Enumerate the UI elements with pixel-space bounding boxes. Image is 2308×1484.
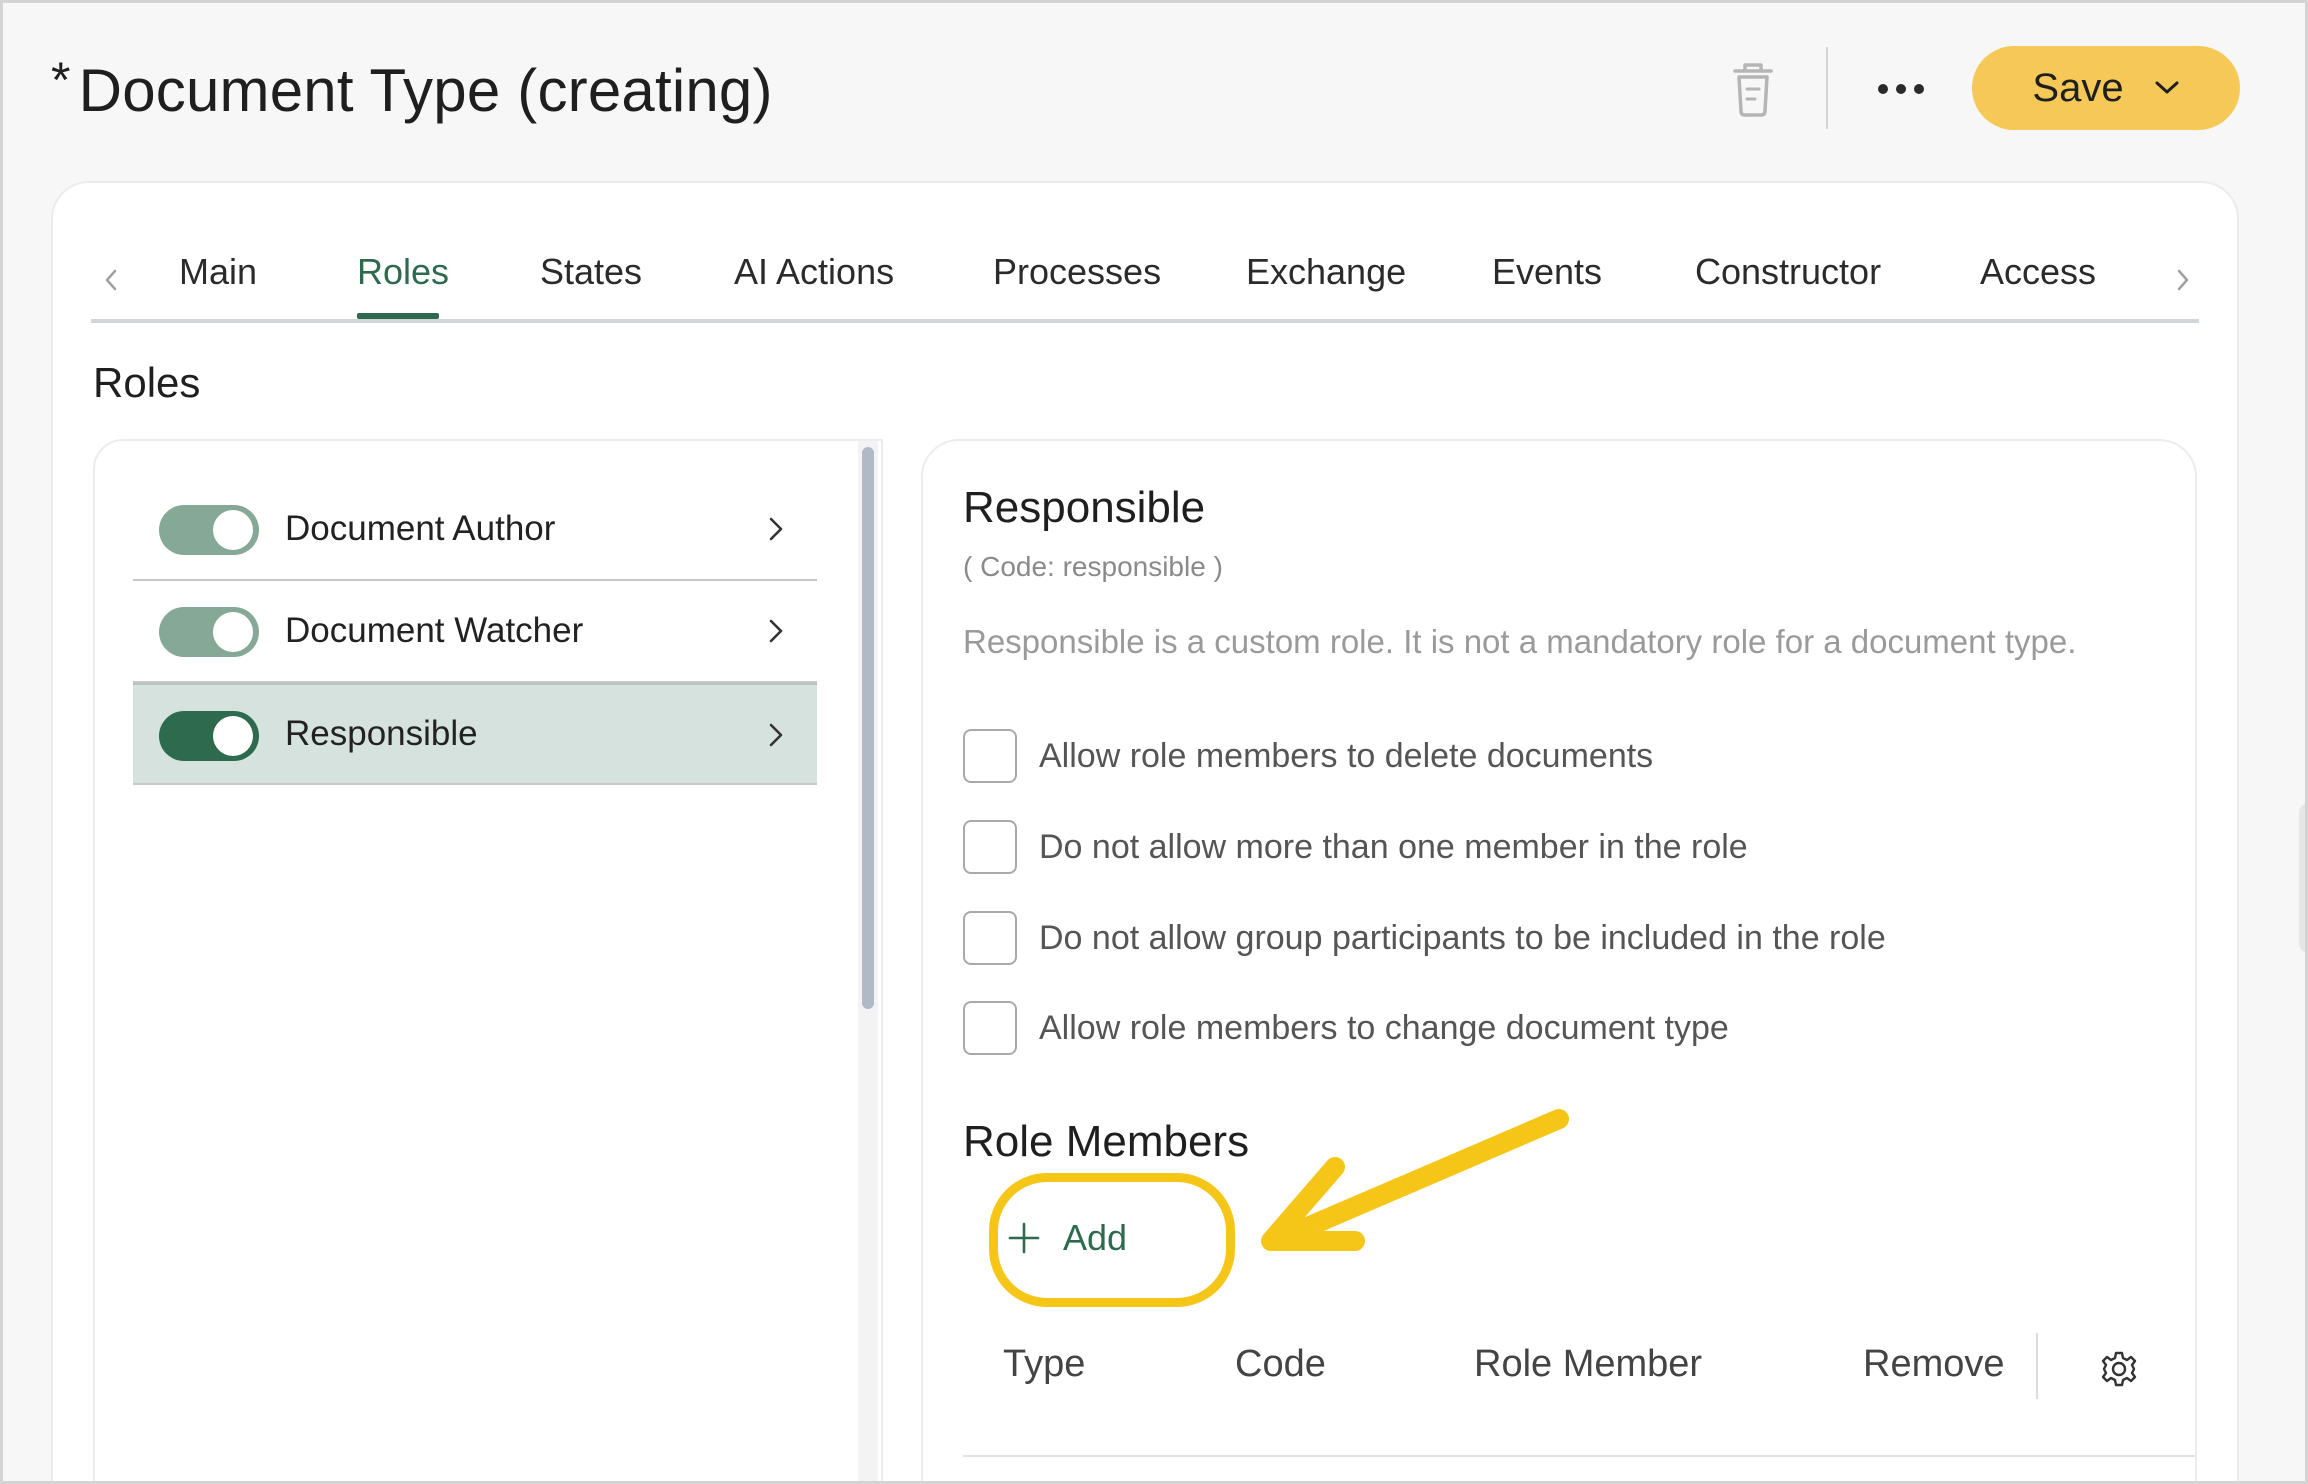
app-window: * Document Type (creating) Save Main Role… [0,0,2308,1484]
option-no-group-participants[interactable]: Do not allow group participants to be in… [963,910,1886,966]
role-label: Document Author [285,509,556,548]
tab-main[interactable]: Main [179,249,257,323]
role-item-responsible[interactable]: Responsible [133,683,817,785]
side-panel-handle[interactable] [2299,803,2305,953]
column-header-type[interactable]: Type [1003,1343,1085,1386]
option-change-doc-type[interactable]: Allow role members to change document ty… [963,1000,1729,1056]
tab-access[interactable]: Access [1980,249,2096,323]
gear-icon[interactable] [2099,1349,2139,1389]
save-button-label: Save [2032,65,2124,110]
active-tab-indicator [357,313,439,319]
role-toggle[interactable] [159,505,259,555]
tab-roles[interactable]: Roles [357,249,449,323]
role-detail-code: ( Code: responsible ) [963,551,1223,582]
chevron-right-icon [2177,269,2189,291]
role-members-title: Role Members [963,1117,1250,1166]
checkbox[interactable] [963,729,1017,783]
highlight-circle [989,1173,1235,1307]
tab-ai-actions[interactable]: AI Actions [734,249,894,323]
section-title: Roles [93,359,201,406]
role-label: Responsible [285,714,478,753]
chevron-right-icon [769,517,783,541]
option-label: Do not allow group participants to be in… [1039,918,1886,957]
column-header-remove[interactable]: Remove [1863,1343,2005,1386]
tab-exchange[interactable]: Exchange [1246,249,1406,323]
role-detail-description: Responsible is a custom role. It is not … [963,623,2077,660]
chevron-right-icon [769,723,783,747]
page-title: * Document Type (creating) [51,51,773,125]
trash-icon [1733,63,1773,117]
tab-processes[interactable]: Processes [993,249,1161,323]
checkbox[interactable] [963,1001,1017,1055]
tabs-prev-button[interactable] [91,255,131,305]
role-item-document-watcher[interactable]: Document Watcher [133,581,817,683]
more-horizontal-icon [1878,84,1888,94]
toolbar-divider [1826,47,1828,129]
unsaved-marker: * [51,52,71,108]
option-label: Allow role members to delete documents [1039,736,1654,775]
tab-states[interactable]: States [540,249,642,323]
option-single-member[interactable]: Do not allow more than one member in the… [963,819,1748,875]
role-detail-title: Responsible [963,483,1206,532]
save-button[interactable]: Save [1972,46,2240,130]
option-allow-delete[interactable]: Allow role members to delete documents [963,728,1653,784]
page-title-text: Document Type (creating) [78,57,773,124]
checkbox[interactable] [963,911,1017,965]
tabs-next-button[interactable] [2163,255,2203,305]
role-toggle[interactable] [159,711,259,761]
role-item-document-author[interactable]: Document Author [133,479,817,581]
roles-scrollbar-thumb[interactable] [862,447,874,1009]
chevron-left-icon [105,269,117,291]
tab-bar: Main Roles States AI Actions Processes E… [91,249,2199,323]
chevron-right-icon [769,619,783,643]
delete-button[interactable] [1725,59,1781,119]
checkbox[interactable] [963,820,1017,874]
column-header-code[interactable]: Code [1235,1343,1326,1386]
role-toggle[interactable] [159,607,259,657]
column-header-role-member[interactable]: Role Member [1474,1343,1702,1386]
column-divider [2036,1333,2038,1399]
option-label: Allow role members to change document ty… [1039,1008,1729,1047]
role-label: Document Watcher [285,611,584,650]
chevron-down-icon[interactable] [2154,80,2180,96]
annotation-arrow-icon [1261,1109,1569,1251]
tab-events[interactable]: Events [1492,249,1602,323]
tab-constructor[interactable]: Constructor [1695,249,1881,323]
more-actions-button[interactable] [1871,61,1931,117]
option-label: Do not allow more than one member in the… [1039,827,1748,866]
table-header-divider [963,1455,2195,1457]
